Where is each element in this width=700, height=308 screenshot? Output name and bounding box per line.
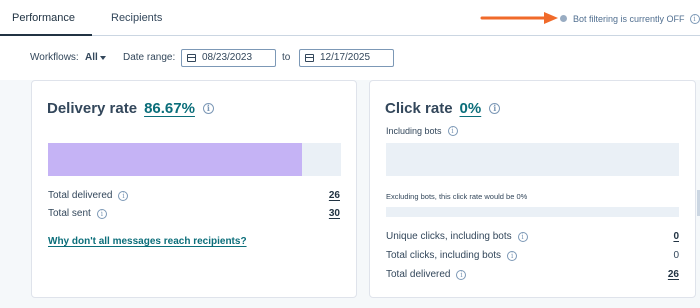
excluding-bots-note: Excluding bots, this click rate would be… xyxy=(386,192,528,201)
click-total-delivered-row: Total delivered i xyxy=(386,269,467,280)
unique-clicks-label: Unique clicks, including bots xyxy=(386,231,512,242)
total-delivered-value[interactable]: 26 xyxy=(329,190,340,201)
info-icon[interactable]: i xyxy=(689,13,700,24)
delivery-rate-bar-fill xyxy=(48,143,302,176)
delivery-help-link[interactable]: Why don't all messages reach recipients? xyxy=(48,236,247,247)
excluding-bots-bar xyxy=(386,207,679,217)
info-icon[interactable]: i xyxy=(118,190,129,201)
filter-bar: Workflows: All Date range: 08/23/2023 to… xyxy=(0,36,700,80)
tab-recipients[interactable]: Recipients xyxy=(111,0,162,36)
date-from-value: 08/23/2023 xyxy=(202,52,253,63)
click-rate-heading: Click rate 0% i xyxy=(385,100,501,117)
delivery-rate-value[interactable]: 86.67% xyxy=(144,100,195,117)
delivery-rate-bar xyxy=(48,143,341,176)
info-icon[interactable]: i xyxy=(447,126,458,136)
tab-bar: Performance Recipients Bot filtering is … xyxy=(0,0,700,37)
info-icon[interactable]: i xyxy=(517,231,528,242)
including-bots-label: Including bots xyxy=(386,126,442,136)
info-icon[interactable]: i xyxy=(489,103,501,114)
to-label: to xyxy=(282,52,291,63)
date-to-input[interactable]: 12/17/2025 xyxy=(299,49,394,67)
unique-clicks-value[interactable]: 0 xyxy=(673,231,679,242)
click-rate-bar xyxy=(386,143,679,176)
calendar-icon xyxy=(305,54,314,62)
click-total-delivered-value[interactable]: 26 xyxy=(668,269,679,280)
total-clicks-row: Total clicks, including bots i xyxy=(386,250,518,261)
card-title: Click rate xyxy=(385,100,453,117)
info-icon[interactable]: i xyxy=(202,103,214,114)
date-to-value: 12/17/2025 xyxy=(320,52,371,63)
workflows-dropdown[interactable]: All xyxy=(85,52,98,63)
caret-down-icon[interactable] xyxy=(100,56,106,60)
date-range-label: Date range: xyxy=(123,52,176,63)
bot-filter-status: Bot filtering is currently OFF i xyxy=(560,12,700,25)
unique-clicks-row: Unique clicks, including bots i xyxy=(386,231,528,242)
workflows-label: Workflows: xyxy=(30,52,79,63)
total-delivered-row: Total delivered i xyxy=(48,190,129,201)
calendar-icon xyxy=(187,54,196,62)
total-clicks-label: Total clicks, including bots xyxy=(386,250,502,261)
total-delivered-label: Total delivered xyxy=(48,190,113,201)
click-rate-card: Click rate 0% i Including bots i Excludi… xyxy=(369,80,696,298)
including-bots-row: Including bots i xyxy=(386,126,458,136)
bot-filter-text: Bot filtering is currently OFF xyxy=(573,13,685,24)
info-icon[interactable]: i xyxy=(507,250,518,261)
delivery-rate-heading: Delivery rate 86.67% i xyxy=(47,100,214,117)
status-dot xyxy=(560,15,567,22)
total-sent-value[interactable]: 30 xyxy=(329,208,340,219)
info-icon[interactable]: i xyxy=(96,208,107,219)
total-delivered-label: Total delivered xyxy=(386,269,451,280)
delivery-rate-card: Delivery rate 86.67% i Total delivered i… xyxy=(31,80,357,298)
annotation-arrow xyxy=(480,12,558,24)
total-sent-label: Total sent xyxy=(48,208,91,219)
card-title: Delivery rate xyxy=(47,100,138,117)
total-sent-row: Total sent i xyxy=(48,208,107,219)
info-icon[interactable]: i xyxy=(456,269,467,280)
click-rate-value[interactable]: 0% xyxy=(460,100,482,117)
date-from-input[interactable]: 08/23/2023 xyxy=(181,49,276,67)
tab-performance[interactable]: Performance xyxy=(0,0,92,37)
total-clicks-value: 0 xyxy=(673,250,679,261)
